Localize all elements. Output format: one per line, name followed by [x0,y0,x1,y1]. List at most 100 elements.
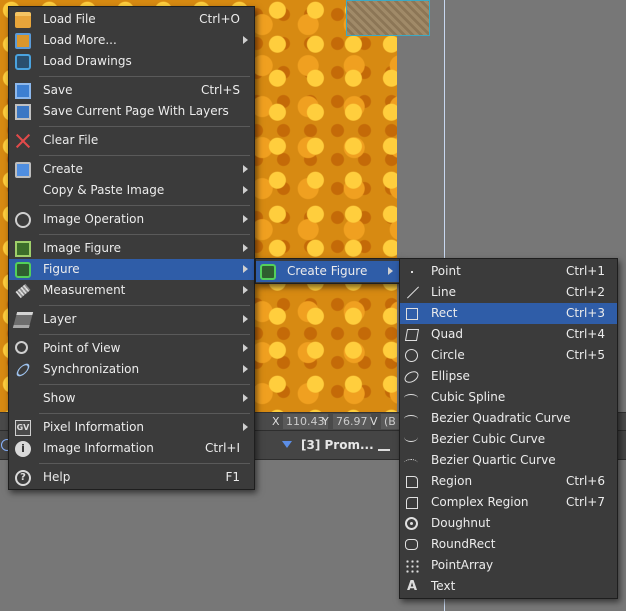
shortcut-label: Ctrl+3 [565,306,605,320]
save-icon [15,83,31,99]
menu-item-copy-paste-image[interactable]: Copy & Paste Image [9,180,254,201]
menu-item-show[interactable]: Show [9,388,254,409]
menu-item-label: Cubic Spline [431,390,506,404]
menu-item-measurement[interactable]: Measurement [9,280,254,301]
submenu-arrow-icon [243,215,248,223]
menu-item-label: Complex Region [431,495,529,509]
submenu-arrow-icon [243,265,248,273]
menu-item-ellipse[interactable]: Ellipse [400,366,617,387]
bezier-quadratic-icon [404,415,418,423]
menu-item-save-current-page-with-layers[interactable]: Save Current Page With Layers [9,101,254,122]
menu-item-label: Help [43,470,71,484]
menu-item-point[interactable]: Point Ctrl+1 [400,261,617,282]
shortcut-label: Ctrl+2 [565,285,605,299]
submenu-arrow-icon [243,344,248,352]
menu-item-label: Image Figure [43,241,122,255]
menu-item-label: Figure [43,262,80,276]
menu-item-label: Clear File [43,133,99,147]
menu-item-circle[interactable]: Circle Ctrl+5 [400,345,617,366]
menu-item-text[interactable]: A Text [400,576,617,597]
menu-item-figure[interactable]: Figure [9,259,254,280]
menu-item-image-information[interactable]: i Image Information Ctrl+I [9,438,254,459]
submenu-arrow-icon [243,165,248,173]
region-icon [406,476,418,488]
menu-item-quad[interactable]: Quad Ctrl+4 [400,324,617,345]
tab-dropdown-icon[interactable] [282,441,292,448]
menu-item-create[interactable]: Create [9,159,254,180]
menu-item-label: Bezier Quartic Curve [431,453,556,467]
point-icon [404,264,420,280]
menu-item-clear-file[interactable]: Clear File [9,130,254,151]
menu-item-image-figure[interactable]: Image Figure [9,238,254,259]
menu-item-pixel-information[interactable]: GV Pixel Information [9,417,254,438]
shortcut-label: Ctrl+4 [565,327,605,341]
create-figure-submenu: Point Ctrl+1 Line Ctrl+2 Rect Ctrl+3 Quad Ctrl+… [399,258,618,599]
menu-item-label: Image Information [43,441,154,455]
menu-item-layer[interactable]: Layer [9,309,254,330]
main-context-menu: Load File Ctrl+O Load More... Load Drawings… [8,6,255,490]
menu-item-complex-region[interactable]: Complex Region Ctrl+7 [400,492,617,513]
minimize-icon[interactable] [378,449,390,451]
menu-item-label: Save Current Page With Layers [43,104,229,118]
menu-item-line[interactable]: Line Ctrl+2 [400,282,617,303]
bezier-cubic-icon [404,432,418,442]
menu-item-cubic-spline[interactable]: Cubic Spline [400,387,617,408]
menu-item-load-more[interactable]: Load More... [9,30,254,51]
ruler-icon [15,283,31,299]
menu-item-load-file[interactable]: Load File Ctrl+O [9,9,254,30]
menu-item-pointarray[interactable]: PointArray [400,555,617,576]
info-icon: i [15,441,31,457]
menu-item-label: Quad [431,327,464,341]
menu-item-bezier-cubic-curve[interactable]: Bezier Cubic Curve [400,429,617,450]
roundrect-icon [405,539,418,550]
doughnut-icon [405,517,418,530]
menu-item-label: Pixel Information [43,420,145,434]
menu-item-bezier-quartic-curve[interactable]: Bezier Quartic Curve [400,450,617,471]
menu-item-label: Load File [43,12,96,26]
menu-item-create-figure[interactable]: Create Figure [256,261,399,282]
menu-item-label: Copy & Paste Image [43,183,165,197]
menu-item-save[interactable]: Save Ctrl+S [9,80,254,101]
menu-item-doughnut[interactable]: Doughnut [400,513,617,534]
menu-item-rect[interactable]: Rect Ctrl+3 [400,303,617,324]
menu-item-roundrect[interactable]: RoundRect [400,534,617,555]
x-label: X [272,415,280,428]
submenu-arrow-icon [243,36,248,44]
layers-icon [12,312,34,328]
shortcut-label: Ctrl+I [205,441,240,455]
pixel-info-icon: GV [15,420,31,436]
text-icon: A [406,579,418,594]
menu-item-label: Load More... [43,33,117,47]
y-label: Y [322,415,329,428]
menu-separator [39,205,250,206]
figure-create-icon [260,264,276,280]
menu-item-image-operation[interactable]: Image Operation [9,209,254,230]
save-page-icon [15,104,31,120]
menu-item-help[interactable]: ? Help F1 [9,467,254,488]
y-value: 76.97 [333,414,371,429]
menu-item-synchronization[interactable]: Synchronization [9,359,254,380]
tab-title[interactable]: [3] Prom... [301,438,374,452]
menu-item-label: Rect [431,306,458,320]
shortcut-label: Ctrl+1 [565,264,605,278]
menu-separator [39,126,250,127]
menu-separator [39,76,250,77]
menu-item-point-of-view[interactable]: Point of View [9,338,254,359]
quad-icon [404,329,420,341]
complex-region-icon [406,497,418,509]
menu-item-load-drawings[interactable]: Load Drawings [9,51,254,72]
point-array-icon [405,559,419,573]
x-value: 110.43 [283,414,328,429]
folder-open-icon [15,12,31,28]
menu-separator [39,463,250,464]
menu-separator [39,413,250,414]
menu-item-label: Show [43,391,76,405]
shortcut-label: Ctrl+5 [565,348,605,362]
thumbnail-preview[interactable] [346,0,430,36]
shortcut-label: Ctrl+7 [565,495,605,509]
shortcut-label: Ctrl+6 [565,474,605,488]
submenu-arrow-icon [243,186,248,194]
menu-item-bezier-quadratic-curve[interactable]: Bezier Quadratic Curve [400,408,617,429]
menu-item-label: RoundRect [431,537,496,551]
menu-item-region[interactable]: Region Ctrl+6 [400,471,617,492]
